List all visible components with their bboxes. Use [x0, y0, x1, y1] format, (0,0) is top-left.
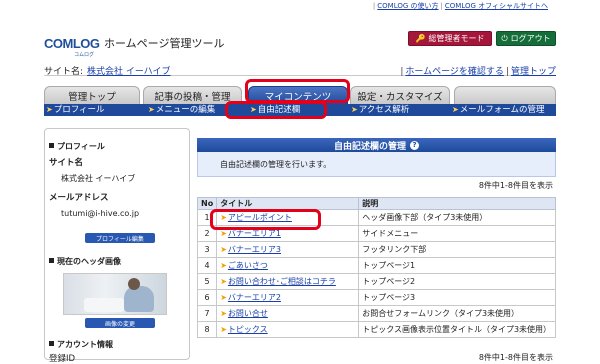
row-title-link[interactable]: バナーエリア3: [228, 245, 281, 254]
col-title: タイトル: [216, 197, 360, 210]
site-name-label: サイト名:: [44, 67, 84, 77]
row-title-link[interactable]: お問い合わせ･ご相談はコチラ: [228, 277, 336, 286]
site-bar: サイト名: 株式会社 イーハイブ | ホームページを確認する | 管理トップ: [44, 62, 556, 77]
arrow-icon: ➤: [148, 105, 155, 114]
table-row: 8 ➤トピックス トピックス画像表示位置タイトル（タイプ3未使用）: [196, 321, 556, 338]
col-description: 説明: [358, 197, 556, 210]
tab-admin-top[interactable]: 管理トップ: [44, 86, 140, 104]
result-count-top: 8件中1-8件目を表示: [478, 181, 553, 190]
row-highlight-frame: [210, 209, 321, 230]
arrow-icon: ➤: [220, 229, 227, 238]
col-no: No: [196, 197, 218, 210]
admin-mode-button[interactable]: 🔑 総管理者モード: [408, 31, 492, 46]
arrow-icon: ➤: [452, 105, 459, 114]
site-bar-links: | ホームページを確認する | 管理トップ: [400, 67, 556, 77]
row-title-link[interactable]: ごあいさつ: [228, 261, 268, 270]
row-title-link[interactable]: バナーエリア1: [228, 229, 281, 238]
sidebar-account-heading: アカウント情報: [49, 339, 113, 350]
official-site-link[interactable]: COMLOG オフィシャルサイトへ: [445, 2, 548, 10]
howto-link[interactable]: COMLOG の使い方: [377, 2, 438, 10]
subnav-access-analysis[interactable]: ➤アクセス解析: [351, 104, 409, 116]
arrow-icon: ➤: [220, 277, 227, 286]
arrow-icon: ➤: [220, 245, 227, 254]
row-title-link[interactable]: お問い合せ: [228, 309, 268, 318]
sidebar: プロフィール サイト名 株式会社 イーハイブ メールアドレス tutumi@i-…: [44, 128, 190, 364]
help-icon[interactable]: ?: [410, 140, 419, 150]
panel-description: 自由記述欄の管理を行います。: [197, 152, 556, 177]
sidebar-header-image-heading: 現在のヘッダ画像: [49, 256, 121, 267]
sidebar-mail-value: tutumi@i-hive.co.jp: [61, 209, 140, 218]
top-links-bar: | COMLOG の使い方 | COMLOG オフィシャルサイトへ: [0, 0, 600, 11]
subnav-highlight-frame: [225, 101, 327, 119]
table-row: 3 ➤バナーエリア3 フッタリンク下部: [196, 241, 556, 258]
arrow-icon: ➤: [351, 105, 358, 114]
subnav-menu-edit[interactable]: ➤メニューの編集: [148, 104, 215, 116]
tool-title: ホームページ管理ツール: [104, 37, 225, 50]
confirm-homepage-link[interactable]: ホームページを確認する: [405, 67, 504, 77]
table-row: 5 ➤お問い合わせ･ご相談はコチラ トップページ2: [196, 273, 556, 290]
sidebar-profile-heading: プロフィール: [49, 141, 105, 152]
tab-empty: [454, 86, 556, 104]
header-image-thumbnail: [63, 273, 167, 315]
table-header-row: No タイトル 説明: [196, 197, 556, 210]
image-change-button[interactable]: 画像の変更: [85, 318, 155, 328]
sidebar-site-name-value: 株式会社 イーハイブ: [61, 174, 136, 183]
table-row: 7 ➤お問い合せ お問合せフォームリンク（タイプ3未使用）: [196, 305, 556, 322]
admin-top-link[interactable]: 管理トップ: [511, 67, 556, 77]
arrow-icon: ➤: [220, 309, 227, 318]
key-icon: 🔑: [415, 34, 426, 43]
panel-title-bar: 自由記述欄の管理 ?: [197, 138, 556, 152]
sidebar-login-id-label: 登録ID: [49, 354, 76, 364]
arrow-icon: ➤: [220, 261, 227, 270]
profile-edit-button[interactable]: プロフィール編集: [85, 233, 155, 243]
row-title-link[interactable]: バナーエリア2: [228, 293, 281, 302]
row-title-link[interactable]: トピックス: [228, 325, 268, 334]
top-links: | COMLOG の使い方 | COMLOG オフィシャルサイトへ: [372, 2, 548, 10]
panel-title: 自由記述欄の管理: [333, 141, 406, 152]
arrow-icon: ➤: [220, 293, 227, 302]
subnav-profile[interactable]: ➤プロフィール: [46, 104, 105, 116]
logout-icon: ⏻: [501, 33, 508, 43]
logout-button[interactable]: ⏻ ログアウト: [496, 31, 556, 46]
comlog-logo[interactable]: COMLOG コムログ: [44, 36, 100, 58]
result-count-bottom: 8件中1-8件目を表示: [478, 353, 553, 362]
subnav-mailform[interactable]: ➤メールフォームの管理: [452, 104, 544, 116]
table-row: 4 ➤ごあいさつ トップページ1: [196, 257, 556, 274]
tab-settings[interactable]: 設定・カスタマイズ: [350, 86, 450, 104]
table-row: 6 ➤バナーエリア2 トップページ3: [196, 289, 556, 306]
sidebar-site-name-label: サイト名: [49, 158, 84, 168]
site-name-link[interactable]: 株式会社 イーハイブ: [87, 64, 171, 77]
arrow-icon: ➤: [46, 105, 53, 114]
sidebar-mail-label: メールアドレス: [49, 193, 109, 203]
tab-highlight-frame: [245, 79, 350, 103]
arrow-icon: ➤: [220, 325, 227, 334]
